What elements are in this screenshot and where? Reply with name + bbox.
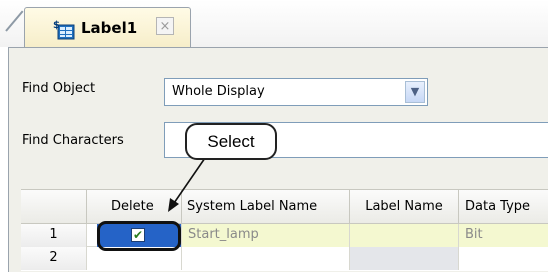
callout-highlight-ring [97, 221, 181, 251]
tab-edge [5, 10, 24, 32]
label-sheet-icon: $ [53, 20, 75, 40]
find-characters-label: Find Characters [22, 133, 124, 148]
tab-strip: $ Label1 × [0, 0, 548, 49]
system-label-cell[interactable]: Start_lamp [182, 224, 350, 247]
find-object-select[interactable]: Whole Display ▼ [164, 78, 428, 106]
row-number[interactable]: 1 [21, 224, 87, 247]
column-header-label-name[interactable]: Label Name [350, 189, 459, 224]
row-number[interactable]: 2 [21, 247, 87, 270]
find-object-value: Whole Display [172, 84, 265, 99]
data-type-cell[interactable] [459, 247, 548, 270]
label-name-cell[interactable] [350, 247, 459, 270]
find-object-label: Find Object [22, 81, 96, 96]
label-name-cell[interactable] [350, 224, 459, 247]
column-header-data-type[interactable]: Data Type [459, 189, 548, 224]
tab-label1[interactable]: $ Label1 × [24, 7, 191, 49]
table-row[interactable]: 2 [21, 247, 548, 270]
svg-text:$: $ [53, 20, 60, 31]
data-type-cell[interactable]: Bit [459, 224, 548, 247]
callout-select: Select [185, 123, 277, 160]
callout-arrow-icon [168, 157, 206, 212]
grid-corner-header [21, 189, 87, 224]
system-label-cell[interactable] [182, 247, 350, 270]
close-icon[interactable]: × [156, 17, 174, 35]
tab-title: Label1 [81, 19, 138, 37]
chevron-down-icon[interactable]: ▼ [405, 81, 425, 103]
